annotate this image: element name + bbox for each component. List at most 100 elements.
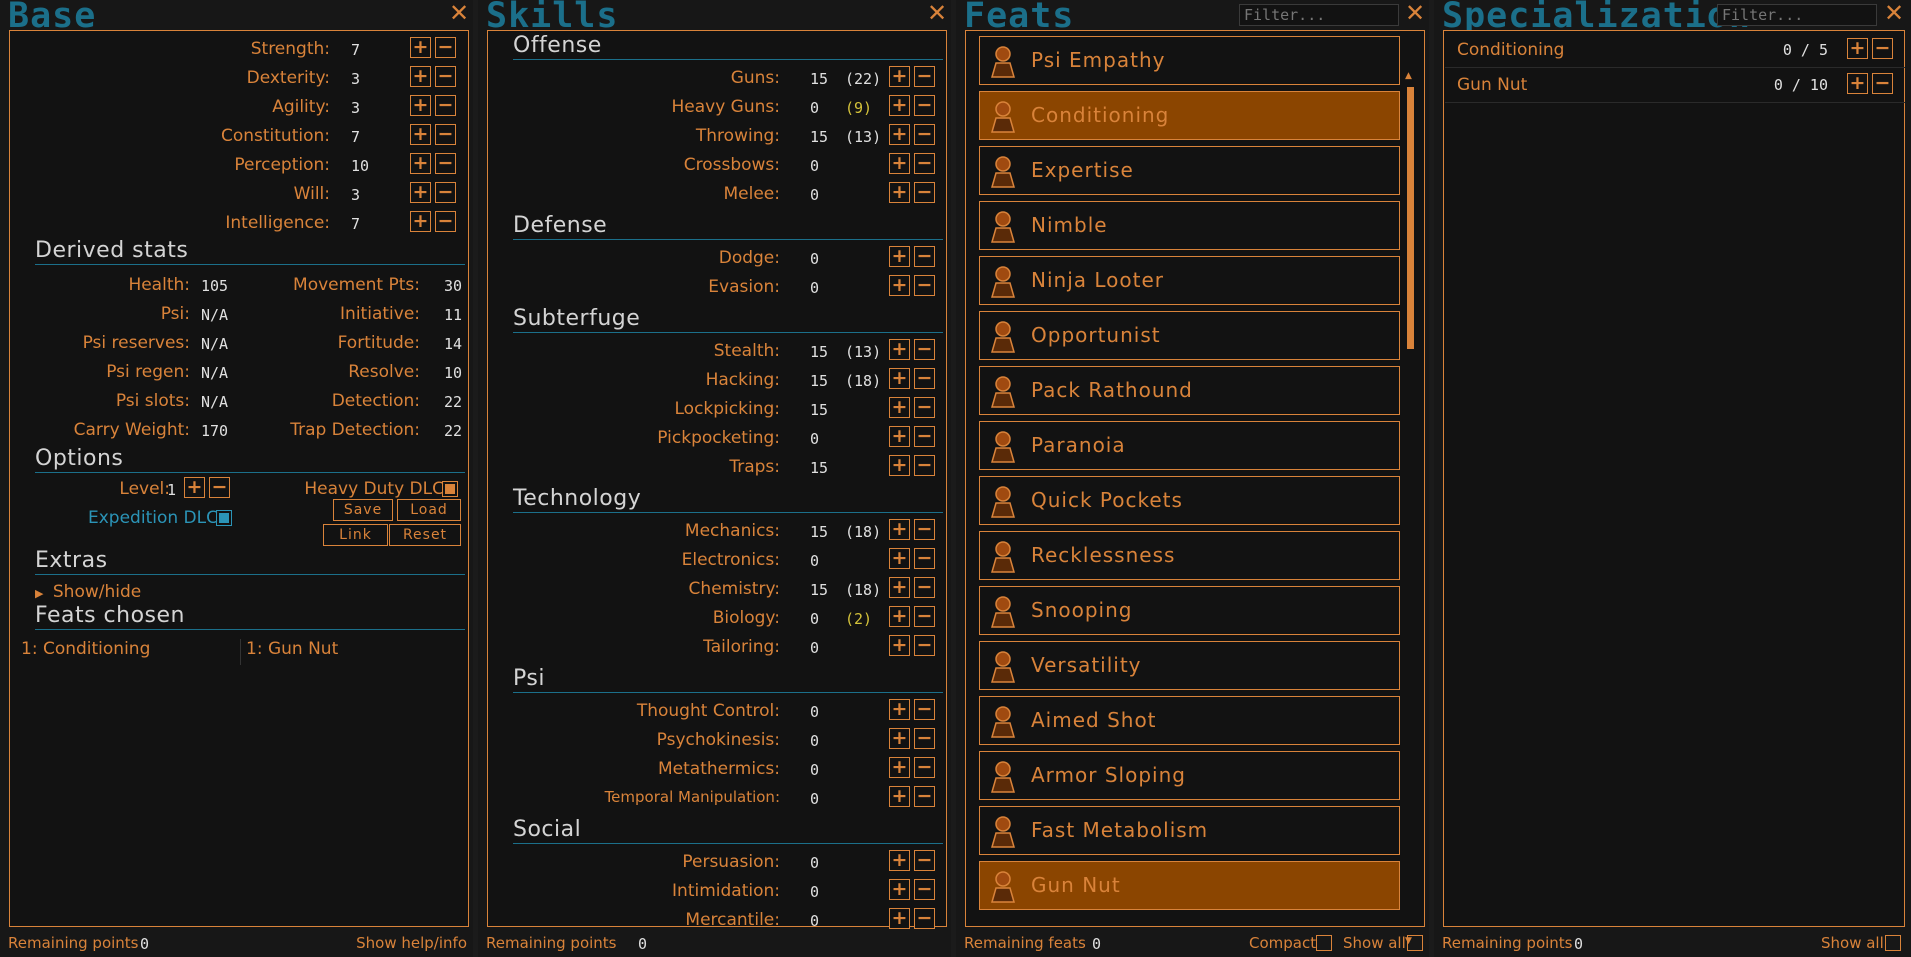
skill-minus-button[interactable]: −: [914, 728, 935, 749]
attribute-plus-button[interactable]: +: [410, 211, 431, 232]
feats-scrollbar[interactable]: ▲ ▼: [1405, 71, 1415, 951]
skill-minus-button[interactable]: −: [914, 879, 935, 900]
attribute-plus-button[interactable]: +: [410, 153, 431, 174]
attribute-plus-button[interactable]: +: [410, 66, 431, 87]
skill-plus-button[interactable]: +: [889, 548, 910, 569]
heavy-duty-checkbox[interactable]: [442, 481, 458, 497]
skill-plus-button[interactable]: +: [889, 124, 910, 145]
skill-minus-button[interactable]: −: [914, 368, 935, 389]
skill-plus-button[interactable]: +: [889, 786, 910, 807]
link-button[interactable]: Link: [323, 524, 388, 546]
feats-close-icon[interactable]: ✕: [1404, 1, 1426, 25]
attribute-minus-button[interactable]: −: [435, 37, 456, 58]
compact-checkbox[interactable]: [1316, 935, 1332, 951]
skill-minus-button[interactable]: −: [914, 339, 935, 360]
level-minus-button[interactable]: −: [209, 477, 230, 498]
expedition-checkbox[interactable]: [216, 510, 232, 526]
feat-item[interactable]: Armor Sloping: [979, 751, 1400, 800]
skill-minus-button[interactable]: −: [914, 699, 935, 720]
skill-plus-button[interactable]: +: [889, 757, 910, 778]
skill-plus-button[interactable]: +: [889, 426, 910, 447]
skill-minus-button[interactable]: −: [914, 182, 935, 203]
feat-item[interactable]: Snooping: [979, 586, 1400, 635]
skill-minus-button[interactable]: −: [914, 577, 935, 598]
specialization-minus-button[interactable]: −: [1872, 73, 1893, 94]
skill-plus-button[interactable]: +: [889, 397, 910, 418]
attribute-minus-button[interactable]: −: [435, 66, 456, 87]
feat-item[interactable]: Versatility: [979, 641, 1400, 690]
skill-minus-button[interactable]: −: [914, 635, 935, 656]
skill-plus-button[interactable]: +: [889, 339, 910, 360]
feats-filter-input[interactable]: [1239, 4, 1399, 26]
attribute-minus-button[interactable]: −: [435, 211, 456, 232]
feat-item[interactable]: Recklessness: [979, 531, 1400, 580]
skill-minus-button[interactable]: −: [914, 455, 935, 476]
feat-item[interactable]: Psi Empathy: [979, 36, 1400, 85]
feat-item[interactable]: Gun Nut: [979, 861, 1400, 910]
skill-minus-button[interactable]: −: [914, 397, 935, 418]
skill-plus-button[interactable]: +: [889, 879, 910, 900]
skill-plus-button[interactable]: +: [889, 182, 910, 203]
skill-plus-button[interactable]: +: [889, 455, 910, 476]
skill-plus-button[interactable]: +: [889, 908, 910, 929]
skill-minus-button[interactable]: −: [914, 246, 935, 267]
skill-plus-button[interactable]: +: [889, 606, 910, 627]
feats-showall-checkbox[interactable]: [1407, 935, 1423, 951]
skill-plus-button[interactable]: +: [889, 519, 910, 540]
skill-plus-button[interactable]: +: [889, 275, 910, 296]
skill-minus-button[interactable]: −: [914, 548, 935, 569]
skill-plus-button[interactable]: +: [889, 699, 910, 720]
skill-minus-button[interactable]: −: [914, 153, 935, 174]
feat-item[interactable]: Quick Pockets: [979, 476, 1400, 525]
attribute-minus-button[interactable]: −: [435, 182, 456, 203]
level-plus-button[interactable]: +: [184, 477, 205, 498]
scroll-up-icon[interactable]: ▲: [1405, 71, 1412, 81]
scroll-thumb[interactable]: [1407, 87, 1414, 349]
spec-filter-input[interactable]: [1717, 4, 1877, 26]
skill-minus-button[interactable]: −: [914, 95, 935, 116]
skill-plus-button[interactable]: +: [889, 635, 910, 656]
base-close-icon[interactable]: ✕: [448, 1, 470, 25]
specialization-minus-button[interactable]: −: [1872, 38, 1893, 59]
spec-showall-checkbox[interactable]: [1885, 935, 1901, 951]
load-button[interactable]: Load: [397, 499, 461, 521]
attribute-plus-button[interactable]: +: [410, 95, 431, 116]
skill-plus-button[interactable]: +: [889, 246, 910, 267]
skill-plus-button[interactable]: +: [889, 728, 910, 749]
save-button[interactable]: Save: [333, 499, 393, 521]
skill-plus-button[interactable]: +: [889, 153, 910, 174]
skill-minus-button[interactable]: −: [914, 786, 935, 807]
specialization-plus-button[interactable]: +: [1847, 73, 1868, 94]
feat-item[interactable]: Opportunist: [979, 311, 1400, 360]
feat-item[interactable]: Nimble: [979, 201, 1400, 250]
help-link[interactable]: Show help/info: [356, 934, 467, 952]
skills-close-icon[interactable]: ✕: [926, 1, 948, 25]
skill-minus-button[interactable]: −: [914, 757, 935, 778]
skill-minus-button[interactable]: −: [914, 426, 935, 447]
skill-minus-button[interactable]: −: [914, 606, 935, 627]
feat-item[interactable]: Aimed Shot: [979, 696, 1400, 745]
feat-item[interactable]: Pack Rathound: [979, 366, 1400, 415]
attribute-minus-button[interactable]: −: [435, 153, 456, 174]
feat-item[interactable]: Expertise: [979, 146, 1400, 195]
skill-minus-button[interactable]: −: [914, 519, 935, 540]
skill-minus-button[interactable]: −: [914, 275, 935, 296]
skill-minus-button[interactable]: −: [914, 908, 935, 929]
skill-plus-button[interactable]: +: [889, 577, 910, 598]
feat-item[interactable]: Fast Metabolism: [979, 806, 1400, 855]
skill-plus-button[interactable]: +: [889, 66, 910, 87]
skill-minus-button[interactable]: −: [914, 66, 935, 87]
attribute-minus-button[interactable]: −: [435, 95, 456, 116]
feat-item[interactable]: Ninja Looter: [979, 256, 1400, 305]
skill-minus-button[interactable]: −: [914, 124, 935, 145]
reset-button[interactable]: Reset: [389, 524, 461, 546]
feat-item[interactable]: Conditioning: [979, 91, 1400, 140]
skill-plus-button[interactable]: +: [889, 95, 910, 116]
skill-plus-button[interactable]: +: [889, 850, 910, 871]
spec-close-icon[interactable]: ✕: [1883, 1, 1905, 25]
feat-item[interactable]: Paranoia: [979, 421, 1400, 470]
skill-plus-button[interactable]: +: [889, 368, 910, 389]
attribute-plus-button[interactable]: +: [410, 37, 431, 58]
attribute-plus-button[interactable]: +: [410, 124, 431, 145]
specialization-plus-button[interactable]: +: [1847, 38, 1868, 59]
